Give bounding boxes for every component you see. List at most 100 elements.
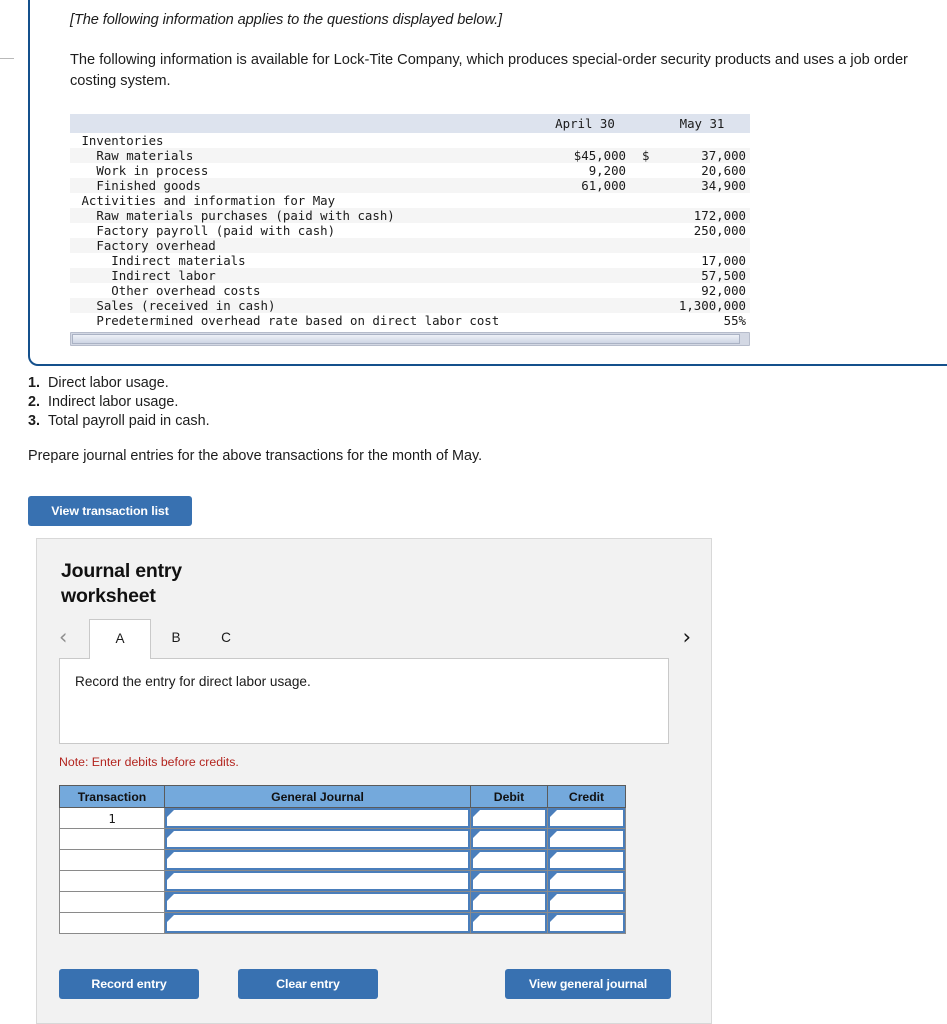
fin-row-may: 57,500 xyxy=(658,268,750,283)
fin-row-april xyxy=(538,268,642,283)
fin-row-may: 55% xyxy=(723,313,746,328)
question-list-item: 1. Direct labor usage. xyxy=(28,374,210,393)
financial-table-row: Factory overhead xyxy=(70,238,750,253)
journal-debit-input[interactable] xyxy=(471,871,547,891)
view-general-journal-button[interactable]: View general journal xyxy=(505,969,671,999)
fin-row-may: 20,600 xyxy=(701,163,746,178)
fin-row-label: Activities and information for May xyxy=(74,193,336,208)
journal-debit-input-cell xyxy=(470,828,548,850)
fin-row-april xyxy=(538,313,642,328)
journal-debit-input-cell xyxy=(470,870,548,892)
journal-general-journal-input[interactable] xyxy=(165,850,470,870)
record-entry-button[interactable]: Record entry xyxy=(59,969,199,999)
journal-table-body: 1 xyxy=(59,807,626,934)
journal-general-journal-input[interactable] xyxy=(165,892,470,912)
journal-credit-input[interactable] xyxy=(548,892,625,912)
chevron-right-icon[interactable]: › xyxy=(683,623,691,651)
journal-debit-input-cell xyxy=(470,849,548,871)
journal-credit-input[interactable] xyxy=(548,829,625,849)
question-list-item: 3. Total payroll paid in cash. xyxy=(28,412,210,431)
fin-row-label: Finished goods xyxy=(70,178,538,193)
clear-entry-button[interactable]: Clear entry xyxy=(238,969,378,999)
info-paragraph: The following information is available f… xyxy=(70,52,908,89)
financial-table-row: Raw materials $45,000 $37,000 xyxy=(70,148,750,163)
journal-transaction-cell: 1 xyxy=(59,807,165,829)
journal-header-transaction: Transaction xyxy=(59,785,165,808)
fin-row-may xyxy=(658,193,750,208)
fin-row-label: Work in process xyxy=(74,163,209,178)
financial-table-row: Indirect labor 57,500 xyxy=(70,268,750,283)
journal-credit-input-cell xyxy=(547,849,626,871)
question-info-box: [The following information applies to th… xyxy=(28,0,947,366)
fin-row-label: Raw materials xyxy=(70,148,538,163)
question-text: Total payroll paid in cash. xyxy=(48,413,210,429)
financial-table: April 30 May 31 Inventories Raw material… xyxy=(70,114,750,328)
fin-row-label: Raw materials purchases (paid with cash) xyxy=(70,208,538,223)
fin-row-label: Indirect labor xyxy=(70,268,538,283)
journal-credit-input-cell xyxy=(547,891,626,913)
scrollbar-thumb[interactable] xyxy=(72,334,740,344)
worksheet-title: Journal entry worksheet xyxy=(61,560,182,607)
journal-debit-input-cell xyxy=(470,807,548,829)
journal-debit-input[interactable] xyxy=(471,892,547,912)
journal-transaction-cell xyxy=(59,828,165,850)
journal-debit-input-cell xyxy=(470,891,548,913)
question-number: 1. xyxy=(28,375,41,391)
fin-row-april xyxy=(538,133,642,148)
journal-entry-row xyxy=(59,828,626,850)
fin-row-may xyxy=(658,238,750,253)
journal-transaction-cell xyxy=(59,849,165,871)
info-lead-italic: [The following information applies to th… xyxy=(70,12,502,28)
fin-header-blank xyxy=(70,114,538,133)
fin-row-currency xyxy=(642,193,658,208)
journal-debit-input[interactable] xyxy=(471,829,547,849)
fin-row-may: 92,000 xyxy=(701,283,746,298)
journal-header-credit: Credit xyxy=(547,785,626,808)
journal-credit-input[interactable] xyxy=(548,808,625,828)
fin-row-currency xyxy=(642,313,658,328)
journal-header-general-journal: General Journal xyxy=(164,785,471,808)
fin-row-currency xyxy=(642,223,658,238)
journal-credit-input[interactable] xyxy=(548,871,625,891)
question-number: 3. xyxy=(28,413,41,429)
chevron-left-icon[interactable]: ‹ xyxy=(59,623,67,651)
journal-credit-input[interactable] xyxy=(548,913,625,933)
fin-header-april: April 30 xyxy=(538,114,642,133)
journal-entry-table: Transaction General Journal Debit Credit… xyxy=(59,785,626,934)
fin-row-label: Inventories xyxy=(74,133,164,148)
question-list-item: 2. Indirect labor usage. xyxy=(28,393,210,412)
journal-credit-input-cell xyxy=(547,807,626,829)
journal-credit-input[interactable] xyxy=(548,850,625,870)
fin-row-label: Sales (received in cash) xyxy=(70,298,538,313)
journal-general-journal-input[interactable] xyxy=(165,808,470,828)
left-edge-divider xyxy=(0,58,14,59)
financial-table-wrapper: April 30 May 31 Inventories Raw material… xyxy=(70,114,750,346)
journal-credit-input-cell xyxy=(547,828,626,850)
fin-row-label: Indirect materials xyxy=(74,253,246,268)
financial-table-hscrollbar[interactable] xyxy=(70,332,750,346)
journal-debit-input-cell xyxy=(470,912,548,934)
worksheet-tab-a[interactable]: A xyxy=(89,619,151,659)
journal-header-row: Transaction General Journal Debit Credit xyxy=(59,785,626,808)
journal-debit-input[interactable] xyxy=(471,808,547,828)
fin-row-may: 250,000 xyxy=(693,223,746,238)
worksheet-tab-c[interactable]: C xyxy=(201,619,251,659)
journal-debit-input[interactable] xyxy=(471,850,547,870)
fin-row-may: 37,000 xyxy=(658,148,750,163)
journal-general-journal-input[interactable] xyxy=(165,829,470,849)
fin-row-currency xyxy=(642,268,658,283)
journal-entry-row xyxy=(59,891,626,913)
worksheet-tab-b[interactable]: B xyxy=(151,619,201,659)
journal-credit-input-cell xyxy=(547,912,626,934)
journal-general-journal-input-cell xyxy=(164,891,471,913)
question-list: 1. Direct labor usage. 2. Indirect labor us… xyxy=(28,374,210,431)
journal-general-journal-input[interactable] xyxy=(165,871,470,891)
fin-row-april: $45,000 xyxy=(538,148,642,163)
journal-general-journal-input[interactable] xyxy=(165,913,470,933)
fin-row-may: 1,300,000 xyxy=(658,298,750,313)
view-transaction-list-button[interactable]: View transaction list xyxy=(28,496,192,526)
fin-row-currency xyxy=(642,163,658,178)
financial-table-row: Predetermined overhead rate based on dir… xyxy=(70,313,750,328)
journal-debit-input[interactable] xyxy=(471,913,547,933)
fin-row-currency xyxy=(642,283,658,298)
